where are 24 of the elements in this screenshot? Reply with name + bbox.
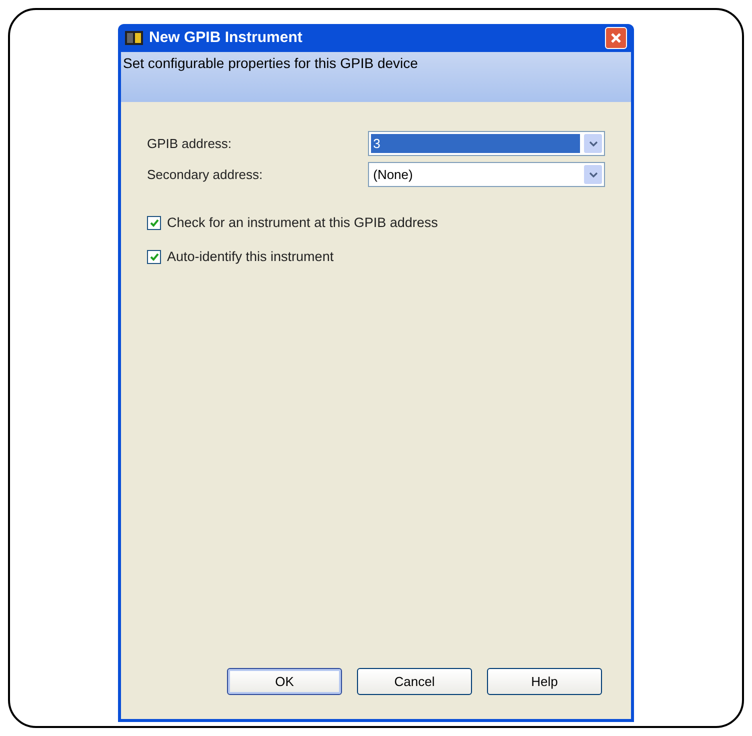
checkbox-label: Auto-identify this instrument — [167, 248, 334, 266]
dropdown-value: (None) — [372, 166, 414, 184]
checkbox[interactable] — [147, 216, 161, 230]
dropdown[interactable]: 3 — [368, 131, 605, 156]
dropdown-arrow-button[interactable] — [584, 134, 602, 153]
field-label: GPIB address: — [147, 134, 233, 153]
window-title: New GPIB Instrument — [149, 28, 304, 48]
header-text: Set configurable properties for this GPIB device — [123, 55, 418, 71]
close-button[interactable] — [605, 27, 627, 49]
field-label: Secondary address: — [147, 166, 264, 184]
dropdown-arrow-button[interactable] — [584, 165, 602, 184]
dropdown[interactable]: (None) — [368, 162, 605, 187]
dialog-button[interactable]: OK — [227, 668, 342, 695]
checkmark-icon — [150, 253, 158, 261]
checkmark-icon — [150, 219, 158, 227]
checkbox-label: Check for an instrument at this GPIB address — [167, 214, 438, 232]
dialog-button[interactable]: Cancel — [357, 668, 472, 695]
window-app-icon — [125, 31, 143, 45]
dialog-button[interactable]: Help — [487, 668, 602, 695]
dropdown-value: 3 — [371, 134, 580, 153]
chevron-down-icon — [588, 172, 598, 178]
checkbox[interactable] — [147, 250, 161, 264]
chevron-down-icon — [588, 140, 598, 146]
close-icon — [610, 32, 622, 44]
